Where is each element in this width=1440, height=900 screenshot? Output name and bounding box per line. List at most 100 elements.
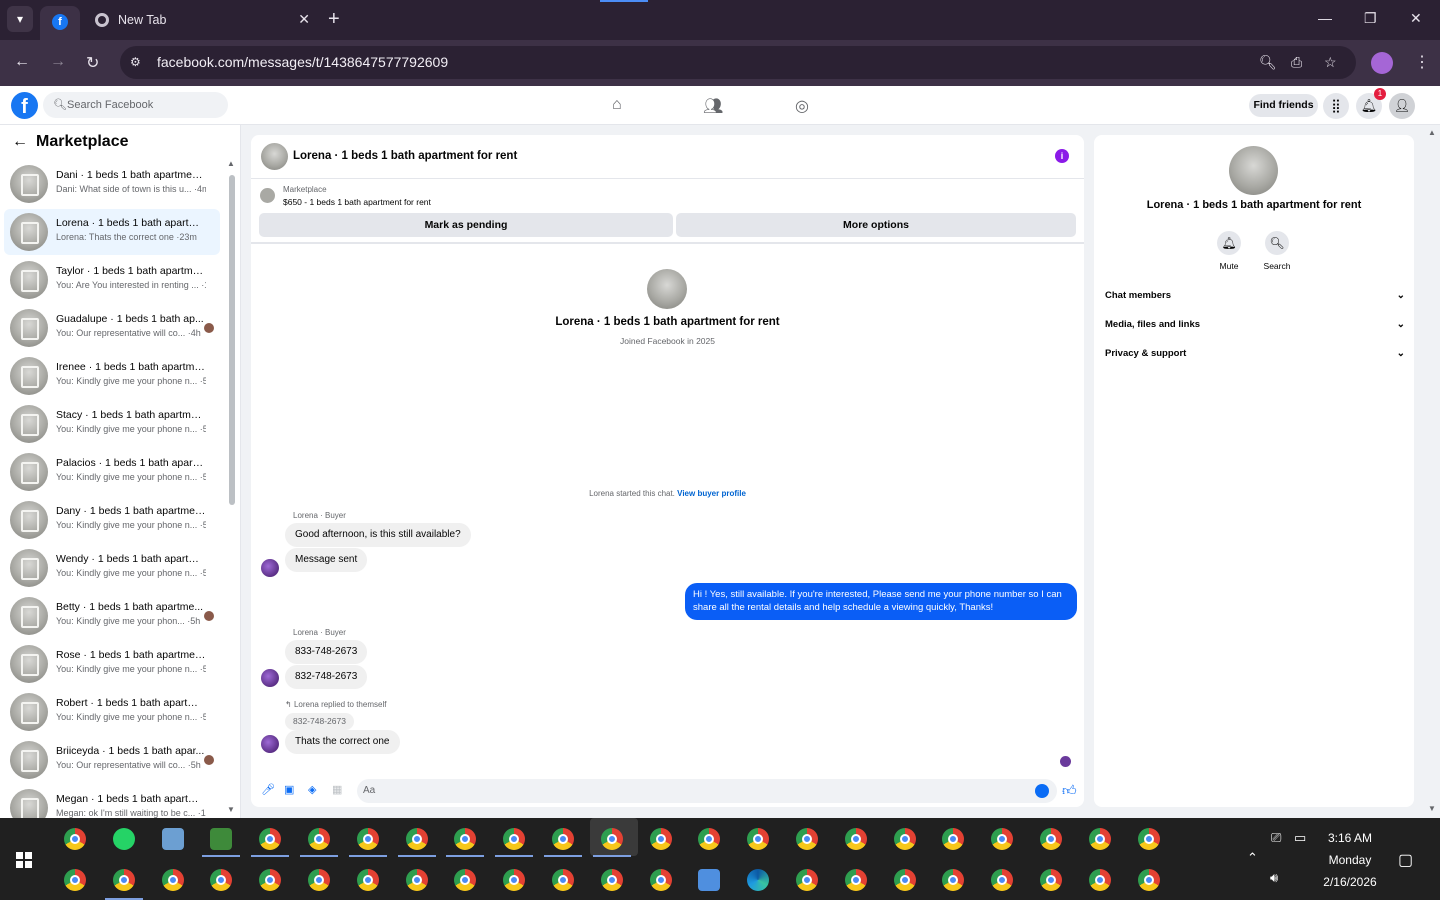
chrome-icon[interactable] [649,828,672,850]
page-scroll-up-arrow[interactable]: ▲ [1428,128,1436,137]
chrome-icon[interactable] [1137,869,1160,891]
minimize-button[interactable]: — [1318,10,1332,26]
close-window-button[interactable]: ✕ [1410,10,1422,27]
browser-menu-icon[interactable]: ⋮ [1414,52,1430,72]
chrome-icon[interactable] [112,869,135,891]
chrome-icon[interactable] [356,828,379,850]
conversation-item[interactable]: Irenee · 1 beds 1 bath apartmen... You: K… [4,353,220,399]
like-thumb-icon[interactable]: 👍︎ [1062,782,1077,799]
gif-icon[interactable]: ▦ [332,783,342,796]
more-options-button[interactable]: More options [676,213,1076,237]
conversation-item[interactable]: Betty · 1 beds 1 bath apartme... You: Kin… [4,593,220,639]
app-icon[interactable] [161,828,184,850]
conversation-item[interactable]: Stacy · 1 beds 1 bath apartment... You: K… [4,401,220,447]
chrome-icon[interactable] [259,869,282,891]
mark-as-pending-button[interactable]: Mark as pending [259,213,673,237]
profile-avatar[interactable] [1371,52,1393,74]
buyer-avatar[interactable] [261,559,279,577]
conversation-item[interactable]: Briiceyda · 1 beds 1 bath apar... You: Ou… [4,737,220,783]
chrome-icon[interactable] [942,869,965,891]
chrome-icon[interactable] [600,869,623,891]
chrome-icon[interactable] [1040,869,1062,891]
chrome-icon[interactable] [1088,828,1111,850]
chrome-icon[interactable] [893,869,916,891]
chrome-icon[interactable] [64,869,86,891]
chrome-icon[interactable] [503,869,526,891]
message-input[interactable]: Aa [357,779,1057,803]
install-app-icon[interactable]: ⎙ [1291,54,1302,71]
microphone-icon[interactable]: 🎤︎ [261,783,275,796]
edge-icon[interactable] [747,869,770,891]
mute-button[interactable]: 🔔︎ Mute [1209,231,1249,271]
chrome-icon[interactable] [161,869,184,891]
chrome-icon[interactable] [600,828,623,850]
back-arrow-icon[interactable]: ← [12,133,28,150]
listing-thumbnail[interactable] [261,143,288,170]
chat-members-section[interactable]: Chat members ⌄ [1105,290,1405,310]
notes-app-icon[interactable] [210,828,233,850]
back-button[interactable]: ← [14,53,30,71]
network-icon[interactable]: ▭ [1294,830,1306,846]
page-scroll-down-arrow[interactable]: ▼ [1428,804,1436,813]
buyer-avatar[interactable] [261,669,279,687]
clock-date[interactable]: 2/16/2026 [1308,875,1392,889]
chrome-icon[interactable] [844,828,867,850]
chrome-icon[interactable] [1040,828,1062,850]
conversation-item[interactable]: Taylor · 1 beds 1 bath apartmen... You: A… [4,257,220,303]
chrome-icon[interactable] [552,828,574,850]
chrome-icon[interactable] [405,869,428,891]
friends-icon[interactable]: 👥︎ [703,96,723,116]
chrome-icon[interactable] [1088,869,1111,891]
info-icon[interactable]: i [1055,149,1069,163]
notification-center-icon[interactable]: ▢ [1398,850,1413,870]
photo-icon[interactable]: ▣ [284,783,294,796]
tab-facebook[interactable]: f [40,6,80,40]
sidebar-scrollbar[interactable] [229,175,235,505]
chrome-icon[interactable] [210,869,233,891]
keyboard-icon[interactable] [698,869,721,891]
show-hidden-icons[interactable]: ⌃ [1247,850,1258,866]
conversation-item[interactable]: Palacios · 1 beds 1 bath apartm... You: K… [4,449,220,495]
chrome-icon[interactable] [942,828,965,850]
conversation-item[interactable]: Wendy · 1 beds 1 bath apartme... You: Kin… [4,545,220,591]
volume-icon[interactable]: 🔊︎ [1270,870,1278,886]
chrome-icon[interactable] [454,869,477,891]
zoom-icon[interactable]: 🔍︎ [1259,54,1277,71]
address-bar[interactable]: ⚙ facebook.com/messages/t/14386475777926… [120,46,1356,79]
emoji-icon[interactable] [1035,784,1049,798]
clock-time[interactable]: 3:16 AM [1308,831,1392,845]
chrome-icon[interactable] [747,828,770,850]
chrome-icon[interactable] [552,869,574,891]
conversation-item[interactable]: Dani · 1 beds 1 bath apartment ... Dani: … [4,161,220,207]
chrome-icon[interactable] [405,828,428,850]
camera-icon[interactable]: ⎚ [1271,830,1281,846]
chrome-icon[interactable] [991,828,1014,850]
url-text[interactable]: facebook.com/messages/t/1438647577792609 [157,54,448,70]
reload-button[interactable]: ↻ [86,53,99,73]
scroll-down-arrow[interactable]: ▼ [227,805,235,814]
chrome-icon[interactable] [649,869,672,891]
home-icon[interactable]: ⌂ [612,96,622,114]
menu-grid-icon[interactable]: ⣿ [1323,93,1349,119]
chrome-icon[interactable] [259,828,282,850]
scroll-up-arrow[interactable]: ▲ [227,159,235,168]
conversation-item[interactable]: Dany · 1 beds 1 bath apartment... You: Ki… [4,497,220,543]
tab-search-button[interactable]: ▾ [7,6,33,32]
media-files-section[interactable]: Media, files and links ⌄ [1105,319,1405,339]
chrome-icon[interactable] [503,828,526,850]
chrome-icon[interactable] [893,828,916,850]
forward-button[interactable]: → [50,53,66,71]
groups-icon[interactable]: ◎ [795,96,809,116]
chrome-icon[interactable] [356,869,379,891]
view-buyer-profile-link[interactable]: View buyer profile [677,489,746,498]
buyer-avatar[interactable] [261,735,279,753]
find-friends-button[interactable]: Find friends [1249,94,1318,117]
conversation-item[interactable]: Guadalupe · 1 beds 1 bath ap... You: Our … [4,305,220,351]
conversation-item[interactable]: Megan · 1 beds 1 bath apartme... Megan: o… [4,785,220,818]
whatsapp-icon[interactable] [112,828,135,850]
conversation-item[interactable]: Lorena · 1 beds 1 bath apartme... Lorena:… [4,209,220,255]
tab-new-tab[interactable]: New Tab ✕ [84,6,320,34]
facebook-search-input[interactable]: 🔍︎ Search Facebook [43,92,228,118]
site-info-icon[interactable]: ⚙ [130,55,141,69]
chrome-icon[interactable] [796,828,818,850]
